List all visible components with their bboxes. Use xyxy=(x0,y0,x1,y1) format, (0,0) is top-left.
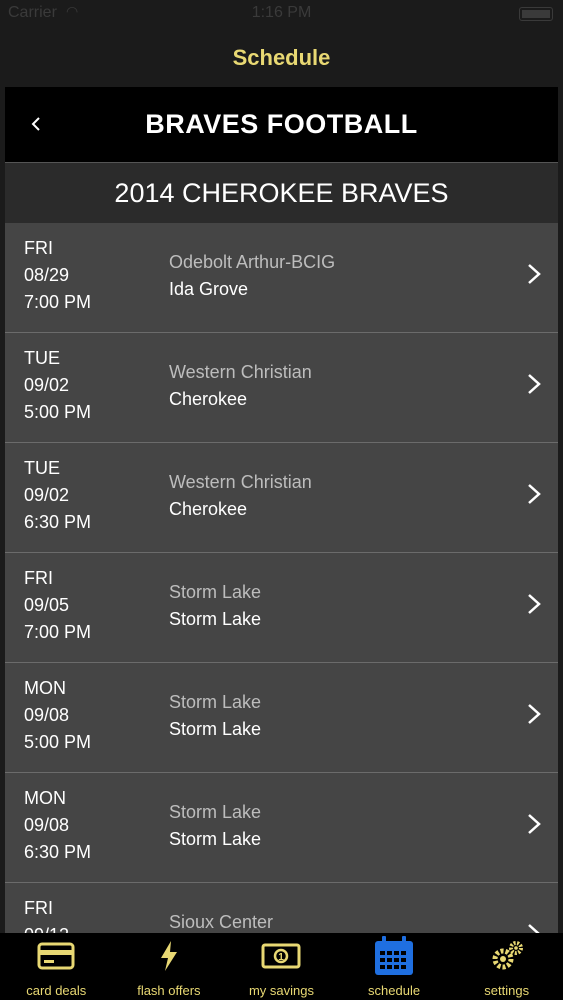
tab-label: flash offers xyxy=(137,983,201,998)
nav-title: Schedule xyxy=(232,45,331,70)
chevron-right-icon xyxy=(528,374,541,394)
game-time: 6:30 PM xyxy=(24,512,92,532)
chevron-right-icon xyxy=(528,924,540,933)
game-date: 09/05 xyxy=(24,595,70,615)
game-datetime: TUE 09/02 6:30 PM xyxy=(24,455,91,536)
game-datetime: FRI 09/12 xyxy=(24,895,69,933)
game-day: TUE xyxy=(24,348,60,368)
chevron-right-icon xyxy=(528,264,541,284)
tab-label: schedule xyxy=(368,983,421,998)
game-row[interactable]: TUE 09/02 6:30 PM Western Christian Cher… xyxy=(5,443,558,553)
game-opponent: Western Christian xyxy=(169,472,312,492)
game-day: MON xyxy=(24,788,66,808)
calendar-icon xyxy=(375,936,414,975)
game-opponent: Storm Lake xyxy=(169,582,262,602)
status-time: 1:16 PM xyxy=(251,4,312,21)
game-opponent: Odebolt Arthur-BCIG xyxy=(169,252,336,272)
game-row[interactable]: MON 09/08 6:30 PM Storm Lake Storm Lake xyxy=(5,773,558,883)
game-location: Cherokee xyxy=(169,499,248,519)
tab-settings[interactable]: settings xyxy=(450,933,563,1000)
game-time: 5:00 PM xyxy=(24,402,92,422)
tab-card-deals[interactable]: card deals xyxy=(0,933,113,1000)
game-location: Cherokee xyxy=(169,389,248,409)
money-icon: 1 xyxy=(261,943,301,969)
svg-text:1: 1 xyxy=(279,952,285,963)
season-title: 2014 CHEROKEE BRAVES xyxy=(114,177,449,208)
game-datetime: FRI 09/05 7:00 PM xyxy=(24,565,91,646)
game-time: 7:00 PM xyxy=(24,622,92,642)
gear-icon xyxy=(492,941,523,970)
game-row[interactable]: FRI 09/05 7:00 PM Storm Lake Storm Lake xyxy=(5,553,558,663)
team-title: BRAVES FOOTBALL xyxy=(145,109,418,139)
game-opponent: Sioux Center xyxy=(169,912,274,932)
tab-bar: card deals flash offers 1 my savings sch… xyxy=(0,933,563,1000)
tab-my-savings[interactable]: 1 my savings xyxy=(225,933,338,1000)
game-date: 09/02 xyxy=(24,485,70,505)
game-datetime: MON 09/08 6:30 PM xyxy=(24,785,91,866)
game-day: MON xyxy=(24,678,66,698)
game-day: TUE xyxy=(24,458,60,478)
schedule-content[interactable]: BRAVES FOOTBALL 2014 CHEROKEE BRAVES FRI… xyxy=(5,87,558,933)
back-button[interactable] xyxy=(25,112,49,136)
game-location: Ida Grove xyxy=(169,279,249,299)
game-details: Western Christian Cherokee xyxy=(169,469,312,523)
chevron-right-icon xyxy=(528,594,541,614)
game-datetime: FRI 08/29 7:00 PM xyxy=(24,235,91,316)
season-header: 2014 CHEROKEE BRAVES xyxy=(5,162,558,223)
game-opponent: Storm Lake xyxy=(169,802,262,822)
game-row[interactable]: FRI 08/29 7:00 PM Odebolt Arthur-BCIG Id… xyxy=(5,223,558,333)
chevron-right-icon xyxy=(528,704,541,724)
game-details: Storm Lake Storm Lake xyxy=(169,799,261,853)
chevron-right-icon xyxy=(528,484,541,504)
game-opponent: Western Christian xyxy=(169,362,312,382)
game-details: Western Christian Cherokee xyxy=(169,359,312,413)
chevron-left-icon xyxy=(31,117,40,131)
game-location: Storm Lake xyxy=(169,609,262,629)
tab-label: my savings xyxy=(248,983,314,998)
game-row[interactable]: TUE 09/02 5:00 PM Western Christian Cher… xyxy=(5,333,558,443)
game-datetime: TUE 09/02 5:00 PM xyxy=(24,345,91,426)
chevron-right-icon xyxy=(528,814,541,834)
lightning-icon xyxy=(160,941,177,971)
game-details: Sioux Center xyxy=(169,909,273,933)
game-row[interactable]: FRI 09/12 Sioux Center xyxy=(5,883,558,933)
game-opponent: Storm Lake xyxy=(169,692,262,712)
tab-schedule[interactable]: schedule xyxy=(338,933,451,1000)
team-header: BRAVES FOOTBALL xyxy=(5,87,558,162)
game-details: Storm Lake Storm Lake xyxy=(169,579,261,633)
game-datetime: MON 09/08 5:00 PM xyxy=(24,675,91,756)
game-date: 09/02 xyxy=(24,375,70,395)
game-date: 09/08 xyxy=(24,705,70,725)
battery-icon xyxy=(519,7,553,21)
game-date: 08/29 xyxy=(24,265,70,285)
game-time: 6:30 PM xyxy=(24,842,92,862)
game-row[interactable]: MON 09/08 5:00 PM Storm Lake Storm Lake xyxy=(5,663,558,773)
card-icon xyxy=(37,942,75,970)
game-time: 7:00 PM xyxy=(24,292,92,312)
game-location: Storm Lake xyxy=(169,829,262,849)
game-time: 5:00 PM xyxy=(24,732,92,752)
tab-flash-offers[interactable]: flash offers xyxy=(113,933,226,1000)
game-date: 09/12 xyxy=(24,922,69,933)
game-location: Storm Lake xyxy=(169,719,262,739)
game-date: 09/08 xyxy=(24,815,70,835)
game-day: FRI xyxy=(24,898,53,918)
tab-label: settings xyxy=(484,983,530,998)
game-details: Storm Lake Storm Lake xyxy=(169,689,261,743)
navigation-bar: Schedule xyxy=(0,30,563,86)
game-day: FRI xyxy=(24,568,53,588)
game-day: FRI xyxy=(24,238,53,258)
status-bar: Carrier ◠ 1:16 PM xyxy=(0,0,563,30)
game-details: Odebolt Arthur-BCIG Ida Grove xyxy=(169,249,335,303)
tab-label: card deals xyxy=(26,983,87,998)
